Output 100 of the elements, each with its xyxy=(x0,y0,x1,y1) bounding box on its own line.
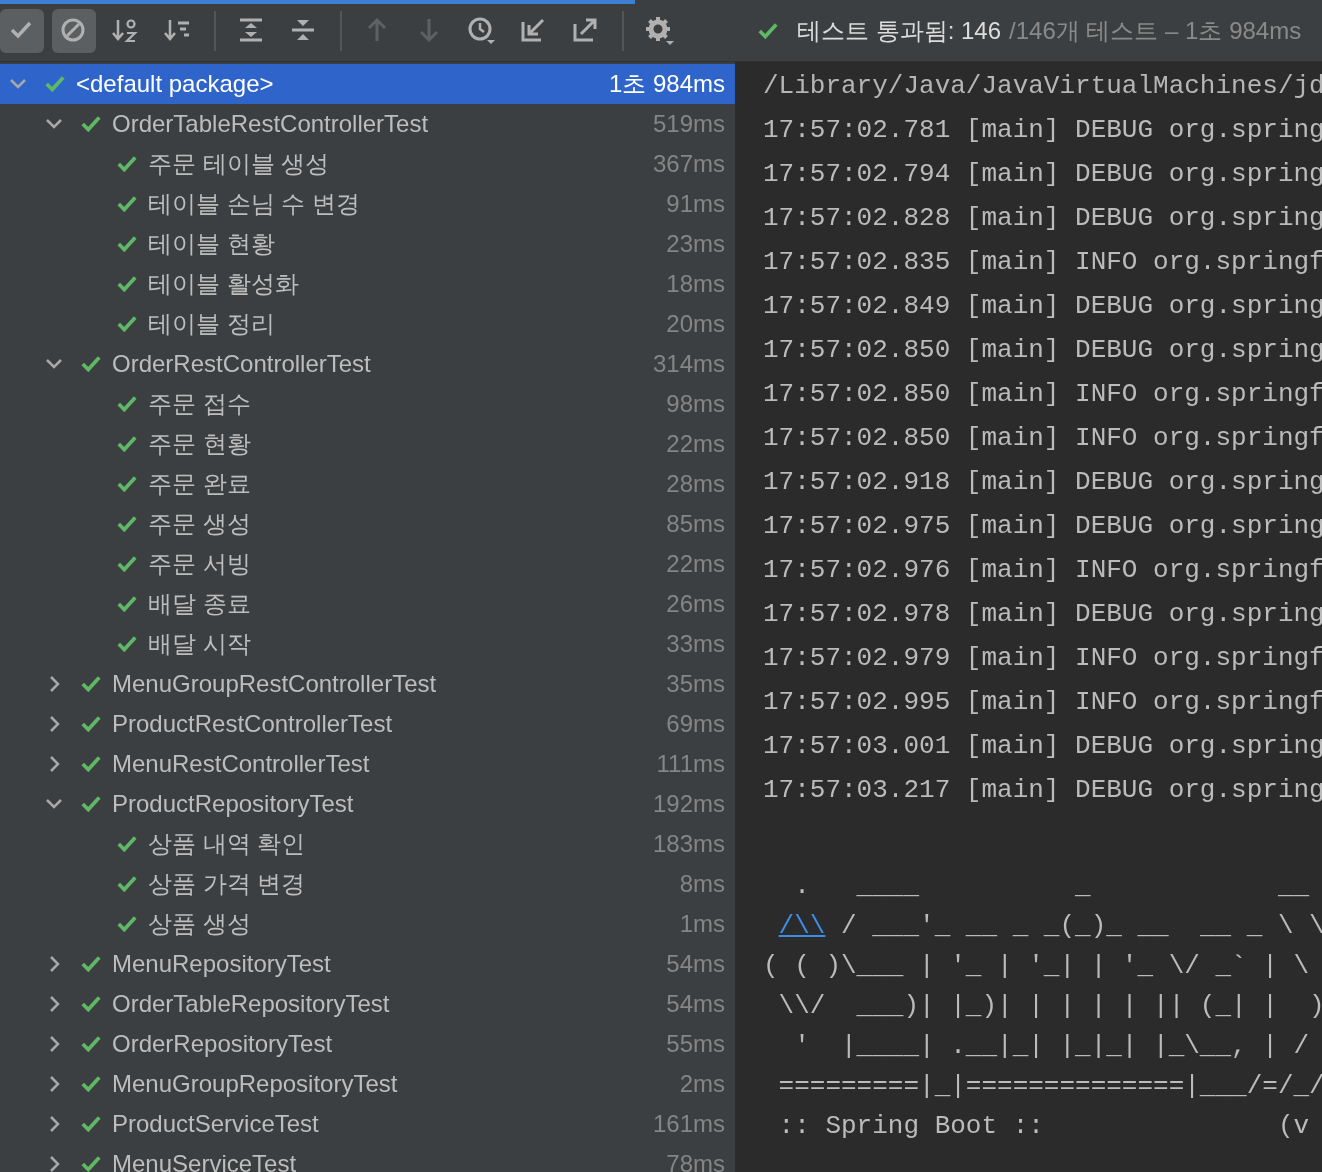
test-name: 주문 서빙 xyxy=(148,549,252,579)
log-line: 17:57:02.850 [main] DEBUG org.spring xyxy=(763,334,1322,367)
test-duration: 85ms xyxy=(666,510,725,538)
banner-line: \\/ ___)| |_)| | | | | || (_| | ) xyxy=(777,990,1322,1023)
banner-line: ' |____| .__|_| |_|_| |_\__, | / xyxy=(793,1030,1311,1063)
log-line: 17:57:02.781 [main] DEBUG org.spring xyxy=(763,114,1322,147)
test-row[interactable]: 배달 종료 26ms xyxy=(0,584,735,624)
test-name: 배달 종료 xyxy=(148,589,252,619)
test-duration: 20ms xyxy=(666,310,725,338)
test-name: 주문 현황 xyxy=(148,429,252,459)
test-row[interactable]: 테이블 손님 수 변경 91ms xyxy=(0,184,735,224)
test-name: 상품 가격 변경 xyxy=(148,869,307,899)
log-line: 17:57:02.794 [main] DEBUG org.spring xyxy=(763,158,1322,191)
test-name: 테이블 정리 xyxy=(148,309,276,339)
log-line: 17:57:02.828 [main] DEBUG org.spring xyxy=(763,202,1322,235)
test-row[interactable]: 배달 시작 33ms xyxy=(0,624,735,664)
test-row[interactable]: OrderRepositoryTest 55ms xyxy=(0,1024,735,1064)
log-line: 17:57:02.975 [main] DEBUG org.spring xyxy=(763,510,1322,543)
test-name: 테이블 활성화 xyxy=(148,269,300,299)
test-name: MenuRestControllerTest xyxy=(112,750,371,778)
test-duration: 54ms xyxy=(666,990,725,1018)
clock-icon xyxy=(467,15,497,46)
test-duration: 183ms xyxy=(652,830,725,858)
test-duration: 367ms xyxy=(652,150,725,178)
test-name: MenuServiceTest xyxy=(112,1150,298,1172)
test-name: MenuGroupRestControllerTest xyxy=(112,670,438,698)
test-row[interactable]: 주문 테이블 생성 367ms xyxy=(0,144,735,184)
test-row[interactable]: OrderTableRestControllerTest 519ms xyxy=(0,104,735,144)
test-row[interactable]: 주문 생성 85ms xyxy=(0,504,735,544)
test-name: MenuGroupRepositoryTest xyxy=(112,1070,399,1098)
test-row[interactable]: 주문 접수 98ms xyxy=(0,384,735,424)
test-name: OrderRestControllerTest xyxy=(112,350,372,378)
test-name: 주문 생성 xyxy=(148,509,252,539)
test-row[interactable]: 주문 완료 28ms xyxy=(0,464,735,504)
test-duration: 2ms xyxy=(679,1070,725,1098)
test-row[interactable]: MenuServiceTest 78ms xyxy=(0,1144,735,1172)
test-row[interactable]: OrderRestControllerTest 314ms xyxy=(0,344,735,384)
test-duration: 55ms xyxy=(666,1030,725,1058)
test-duration: 28ms xyxy=(666,470,725,498)
test-duration: 8ms xyxy=(679,870,725,898)
test-duration: 33ms xyxy=(666,630,725,658)
check-button[interactable] xyxy=(0,8,44,53)
test-row[interactable]: MenuGroupRestControllerTest 35ms xyxy=(0,664,735,704)
test-row[interactable]: 상품 가격 변경 8ms xyxy=(0,864,735,904)
log-line: 17:57:02.918 [main] DEBUG org.spring xyxy=(763,466,1322,499)
test-row[interactable]: 상품 내역 확인 183ms xyxy=(0,824,735,864)
test-name: ProductRepositoryTest xyxy=(112,790,355,818)
log-line: 17:57:02.978 [main] DEBUG org.spring xyxy=(763,598,1322,631)
test-duration: 1ms xyxy=(679,910,725,938)
banner-line: ( ( )\___ | '_ | '_| | '_ \/ _` | \ xyxy=(763,950,1311,983)
test-duration: 161ms xyxy=(652,1110,725,1138)
test-name: ProductServiceTest xyxy=(112,1110,320,1138)
test-duration: 69ms xyxy=(666,710,725,738)
test-name: 주문 접수 xyxy=(148,389,252,419)
test-row[interactable]: MenuRepositoryTest 54ms xyxy=(0,944,735,984)
test-name: ProductRestControllerTest xyxy=(112,710,394,738)
test-row[interactable]: MenuRestControllerTest 111ms xyxy=(0,744,735,784)
test-duration: 26ms xyxy=(666,590,725,618)
test-duration: 192ms xyxy=(652,790,725,818)
test-duration: 91ms xyxy=(666,190,725,218)
test-name: OrderRepositoryTest xyxy=(112,1030,334,1058)
settings-icon xyxy=(645,15,675,46)
test-name: 주문 테이블 생성 xyxy=(148,149,331,179)
test-row[interactable]: <default package> 1초 984ms xyxy=(0,64,735,104)
log-line: 17:57:03.001 [main] DEBUG org.spring xyxy=(763,730,1322,763)
command-line: /Library/Java/JavaVirtualMachines/jd xyxy=(763,70,1322,103)
test-duration: 98ms xyxy=(666,390,725,418)
banner-line: :: Spring Boot :: (v xyxy=(777,1110,1311,1143)
log-line: 17:57:02.849 [main] DEBUG org.spring xyxy=(763,290,1322,323)
ignore-button[interactable] xyxy=(52,8,96,53)
test-duration: 1초 984ms xyxy=(608,69,725,99)
test-row[interactable]: 주문 현황 22ms xyxy=(0,424,735,464)
test-name: 테이블 손님 수 변경 xyxy=(148,189,361,219)
test-row[interactable]: 상품 생성 1ms xyxy=(0,904,735,944)
test-name: 상품 생성 xyxy=(148,909,252,939)
test-name: OrderTableRepositoryTest xyxy=(112,990,391,1018)
test-duration: 314ms xyxy=(652,350,725,378)
test-row[interactable]: ProductRestControllerTest 69ms xyxy=(0,704,735,744)
test-name: 테이블 현황 xyxy=(148,229,276,259)
test-name: OrderTableRestControllerTest xyxy=(112,110,430,138)
test-duration: 23ms xyxy=(666,230,725,258)
test-row[interactable]: 테이블 활성화 18ms xyxy=(0,264,735,304)
test-row[interactable]: 테이블 현황 23ms xyxy=(0,224,735,264)
banner-link[interactable]: /\\ xyxy=(778,911,826,941)
test-row[interactable]: MenuGroupRepositoryTest 2ms xyxy=(0,1064,735,1104)
test-row[interactable]: ProductRepositoryTest 192ms xyxy=(0,784,735,824)
test-duration: 22ms xyxy=(666,430,725,458)
test-row[interactable]: OrderTableRepositoryTest 54ms xyxy=(0,984,735,1024)
test-row[interactable]: 테이블 정리 20ms xyxy=(0,304,735,344)
test-row[interactable]: ProductServiceTest 161ms xyxy=(0,1104,735,1144)
test-duration: 18ms xyxy=(666,270,725,298)
tests-summary: /146개 테스트 – 1초 984ms xyxy=(1009,15,1302,46)
test-name: <default package> xyxy=(76,70,275,98)
test-name: 주문 완료 xyxy=(148,469,252,499)
test-name: 상품 내역 확인 xyxy=(148,829,307,859)
test-name: 배달 시작 xyxy=(148,629,252,659)
tests-passed-label: 테스트 통과됨: 146 xyxy=(797,15,1002,46)
test-duration: 78ms xyxy=(666,1150,725,1172)
test-row[interactable]: 주문 서빙 22ms xyxy=(0,544,735,584)
test-duration: 35ms xyxy=(666,670,725,698)
